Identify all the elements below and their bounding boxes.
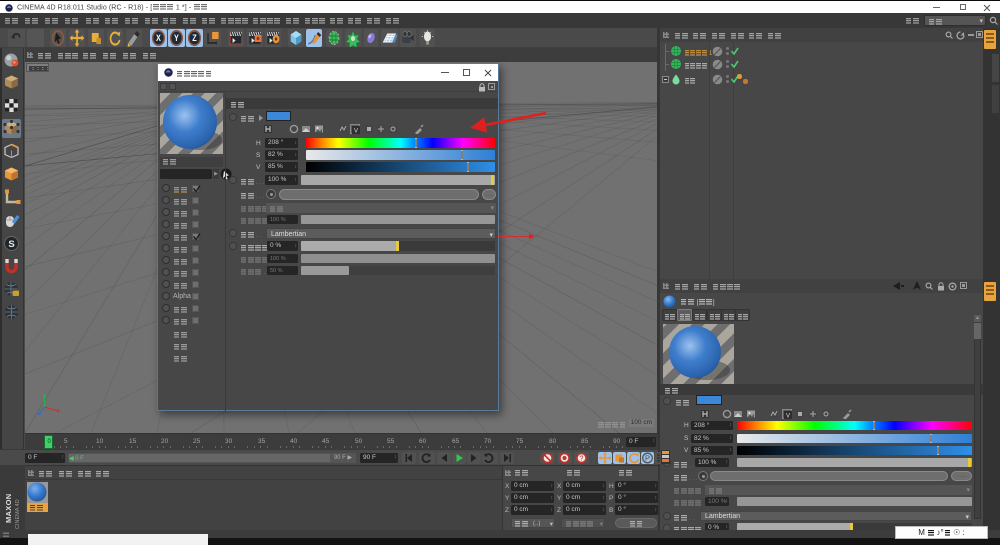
- svg-text:S: S: [8, 239, 14, 250]
- svg-text:MAXON: MAXON: [4, 494, 13, 523]
- svg-text:P: P: [645, 454, 650, 463]
- svg-text:CINEMA 4D: CINEMA 4D: [15, 499, 21, 529]
- svg-text:?: ?: [580, 456, 584, 463]
- svg-text:X: X: [156, 33, 161, 43]
- svg-text:Y: Y: [174, 33, 179, 43]
- svg-text:Z: Z: [192, 33, 196, 43]
- svg-text:V: V: [786, 414, 790, 420]
- svg-text:V: V: [354, 129, 358, 135]
